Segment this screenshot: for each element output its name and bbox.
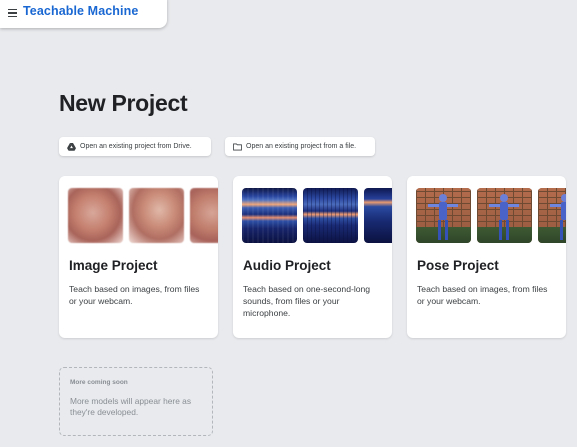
pose-project-description: Teach based on images, from files or you… [417, 284, 548, 306]
pose-project-title: Pose Project [417, 258, 499, 273]
spectrogram-thumbnail [242, 188, 297, 243]
image-thumbnail [190, 188, 218, 243]
open-from-file-button[interactable]: Open an existing project from a file. [225, 137, 375, 156]
audio-project-title: Audio Project [243, 258, 331, 273]
open-from-file-label: Open an existing project from a file. [246, 143, 357, 150]
audio-project-card[interactable]: Audio Project Teach based on one-second-… [233, 176, 392, 338]
coming-soon-description: More models will appear here as they're … [70, 396, 192, 417]
pose-thumbnail [477, 188, 532, 243]
app-header: Teachable Machine [0, 0, 167, 28]
folder-icon [233, 143, 242, 150]
audio-project-thumbnails [242, 188, 392, 243]
image-project-card[interactable]: Image Project Teach based on images, fro… [59, 176, 218, 338]
hamburger-menu-icon[interactable] [8, 9, 17, 17]
image-project-description: Teach based on images, from files or you… [69, 284, 200, 306]
pose-thumbnail [416, 188, 471, 243]
app-title[interactable]: Teachable Machine [23, 4, 138, 18]
spectrogram-thumbnail [364, 188, 392, 243]
spectrogram-thumbnail [303, 188, 358, 243]
pose-project-card[interactable]: Pose Project Teach based on images, from… [407, 176, 566, 338]
audio-project-description: Teach based on one-second-long sounds, f… [243, 284, 371, 318]
image-project-title: Image Project [69, 258, 158, 273]
pose-thumbnail [538, 188, 566, 243]
open-from-drive-button[interactable]: Open an existing project from Drive. [59, 137, 211, 156]
more-coming-soon-placeholder: More coming soon More models will appear… [59, 367, 213, 436]
image-project-thumbnails [68, 188, 218, 243]
open-from-drive-label: Open an existing project from Drive. [80, 143, 192, 150]
image-thumbnail [68, 188, 123, 243]
google-drive-icon [67, 142, 76, 151]
coming-soon-title: More coming soon [70, 379, 128, 386]
page-title: New Project [59, 90, 188, 116]
image-thumbnail [129, 188, 184, 243]
pose-project-thumbnails [416, 188, 566, 243]
